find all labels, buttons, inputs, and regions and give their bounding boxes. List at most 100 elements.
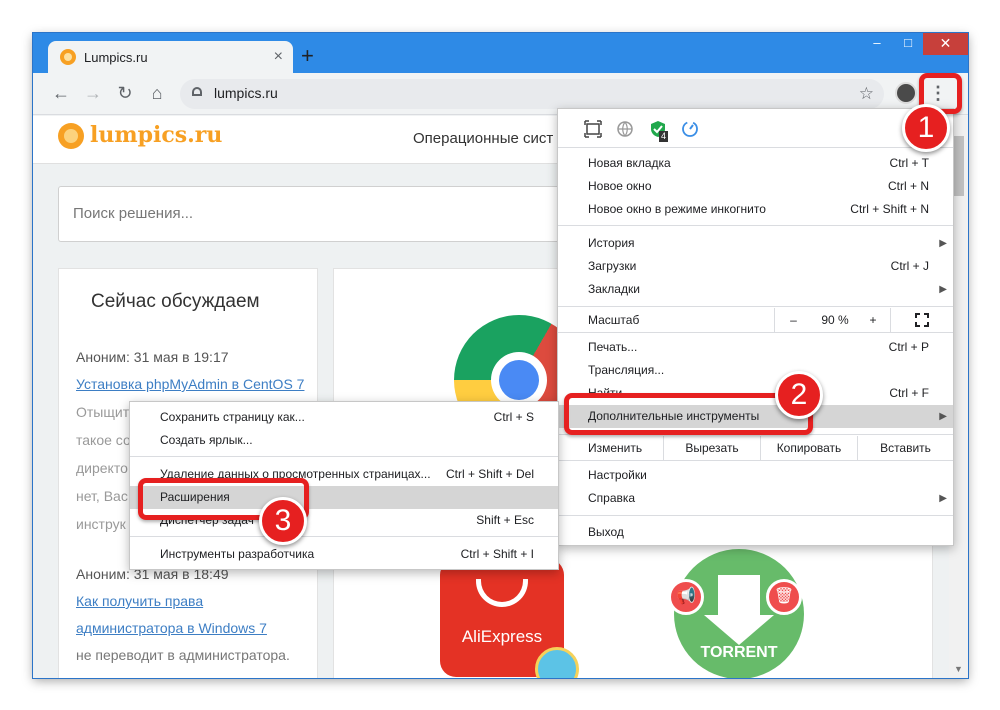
menu-save-page-label: Сохранить страницу как... <box>160 410 305 424</box>
tab-title: Lumpics.ru <box>84 49 148 65</box>
title-bar: Lumpics.ru × + – □ ✕ <box>33 33 968 73</box>
lock-icon <box>192 87 202 96</box>
paste-button[interactable]: Вставить <box>857 436 953 460</box>
close-window-button[interactable]: ✕ <box>923 33 968 55</box>
url-text: lumpics.ru <box>214 85 278 101</box>
tab-close-icon[interactable]: × <box>274 48 283 66</box>
comment-text: нет, Вас <box>76 488 128 504</box>
minimize-button[interactable]: – <box>860 33 894 55</box>
comment-text: такое со <box>76 432 131 448</box>
credit-card-icon <box>535 647 579 678</box>
menu-print[interactable]: Печать... Ctrl + P <box>558 336 953 359</box>
zoom-value: 90 % <box>821 313 849 327</box>
search-placeholder: Поиск решения... <box>73 205 194 222</box>
comment-link[interactable]: Установка phpMyAdmin в CentOS 7 <box>76 376 304 392</box>
menu-bookmarks-label: Закладки <box>588 282 640 296</box>
browser-tab[interactable]: Lumpics.ru × <box>48 41 293 73</box>
shortcut: Ctrl + Shift + N <box>850 202 929 216</box>
extension-icons-row: 4 <box>558 109 953 147</box>
aliexpress-logo-icon[interactable]: AliExpress <box>440 559 579 678</box>
home-button[interactable]: ⌂ <box>145 81 169 105</box>
comment-link[interactable]: администратора в Windows 7 <box>76 620 267 636</box>
torrent-label: TORRENT <box>700 644 778 661</box>
extension-badge: 4 <box>659 131 669 142</box>
fullscreen-icon <box>915 313 929 327</box>
menu-cast-label: Трансляция... <box>588 363 665 377</box>
site-nav-link[interactable]: Операционные сист <box>413 130 553 147</box>
menu-dev-tools[interactable]: Инструменты разработчика Ctrl + Shift + I <box>130 543 558 566</box>
menu-help[interactable]: Справка ▶ <box>558 487 953 510</box>
menu-incognito[interactable]: Новое окно в режиме инкогнито Ctrl + Shif… <box>558 198 953 221</box>
scroll-down-arrow-icon[interactable]: ▼ <box>954 664 963 674</box>
shortcut: Ctrl + P <box>888 340 929 354</box>
menu-history-label: История <box>588 236 635 250</box>
zoom-out-button[interactable]: – <box>774 308 812 332</box>
menu-exit-label: Выход <box>588 525 624 539</box>
comment-text: директо <box>76 460 128 476</box>
torrent-logo-icon[interactable]: TORRENT 📢 🗑 <box>668 549 804 678</box>
favicon-icon <box>60 49 76 65</box>
comment-link[interactable]: Как получить права <box>76 593 203 609</box>
chrome-main-menu: 4 Новая вкладка Ctrl + T Новое окно Ctrl +… <box>557 108 954 546</box>
shortcut: Ctrl + T <box>889 156 929 170</box>
profile-avatar[interactable] <box>895 82 917 104</box>
orange-logo-icon <box>58 123 84 149</box>
menu-new-tab[interactable]: Новая вкладка Ctrl + T <box>558 152 953 175</box>
menu-new-window-label: Новое окно <box>588 179 652 193</box>
comment-text: не переводит в администратора. <box>76 647 290 663</box>
trash-icon: 🗑 <box>766 579 802 615</box>
menu-history[interactable]: История ▶ <box>558 232 953 255</box>
menu-zoom-row: Масштаб – 90 % + <box>558 308 953 332</box>
shortcut: Ctrl + Shift + Del <box>445 467 534 481</box>
menu-settings[interactable]: Настройки <box>558 464 953 487</box>
menu-help-label: Справка <box>588 491 636 505</box>
reload-button[interactable]: ↻ <box>113 81 137 105</box>
submenu-arrow-icon: ▶ <box>939 284 947 295</box>
step-2-marker: 2 <box>775 371 823 419</box>
submenu-arrow-icon: ▶ <box>939 411 947 422</box>
fullscreen-button[interactable] <box>890 308 953 332</box>
site-logo[interactable]: lumpics.ru <box>90 122 222 148</box>
menu-edit-row: Изменить Вырезать Копировать Вставить <box>558 436 953 460</box>
comment-author: Аноним: 31 мая в 19:17 <box>76 349 229 365</box>
zoom-in-button[interactable]: + <box>858 308 888 332</box>
menu-downloads-label: Загрузки <box>588 259 637 273</box>
edit-label: Изменить <box>588 441 643 455</box>
menu-incognito-label: Новое окно в режиме инкогнито <box>588 202 766 216</box>
address-bar[interactable]: lumpics.ru ☆ <box>180 79 884 109</box>
menu-save-page[interactable]: Сохранить страницу как... Ctrl + S <box>130 406 558 429</box>
globe-extension-icon[interactable] <box>616 120 634 138</box>
new-tab-button[interactable]: + <box>301 45 314 67</box>
menu-exit[interactable]: Выход <box>558 521 953 544</box>
menu-settings-label: Настройки <box>588 468 647 482</box>
shortcut: Shift + Esc <box>476 513 534 527</box>
submenu-arrow-icon: ▶ <box>939 493 947 504</box>
back-button[interactable]: ← <box>49 81 73 105</box>
zoom-label: Масштаб <box>588 313 640 327</box>
menu-dev-tools-label: Инструменты разработчика <box>160 547 315 561</box>
screenshot-extension-icon[interactable] <box>584 120 602 138</box>
speedometer-extension-icon[interactable] <box>681 120 699 138</box>
shortcut: Ctrl + F <box>889 386 929 400</box>
site-search-input[interactable]: Поиск решения... <box>58 186 618 242</box>
shortcut: Ctrl + J <box>890 259 929 273</box>
menu-create-shortcut-label: Создать ярлык... <box>160 433 253 447</box>
menu-print-label: Печать... <box>588 340 638 354</box>
comment-text: инструк <box>76 516 126 532</box>
scrollbar-thumb[interactable] <box>953 136 964 196</box>
bookmark-star-icon[interactable]: ☆ <box>859 84 874 104</box>
menu-cast[interactable]: Трансляция... <box>558 359 953 382</box>
forward-button[interactable]: → <box>81 81 105 105</box>
shortcut: Ctrl + Shift + I <box>460 547 534 561</box>
shortcut: Ctrl + N <box>887 179 929 193</box>
menu-create-shortcut[interactable]: Создать ярлык... <box>130 429 558 452</box>
submenu-arrow-icon: ▶ <box>939 238 947 249</box>
cut-button[interactable]: Вырезать <box>663 436 760 460</box>
menu-bookmarks[interactable]: Закладки ▶ <box>558 278 953 301</box>
menu-new-window[interactable]: Новое окно Ctrl + N <box>558 175 953 198</box>
discussion-title: Сейчас обсуждаем <box>91 291 260 312</box>
maximize-button[interactable]: □ <box>891 33 925 55</box>
menu-downloads[interactable]: Загрузки Ctrl + J <box>558 255 953 278</box>
copy-button[interactable]: Копировать <box>760 436 857 460</box>
step-3-marker: 3 <box>259 497 307 545</box>
